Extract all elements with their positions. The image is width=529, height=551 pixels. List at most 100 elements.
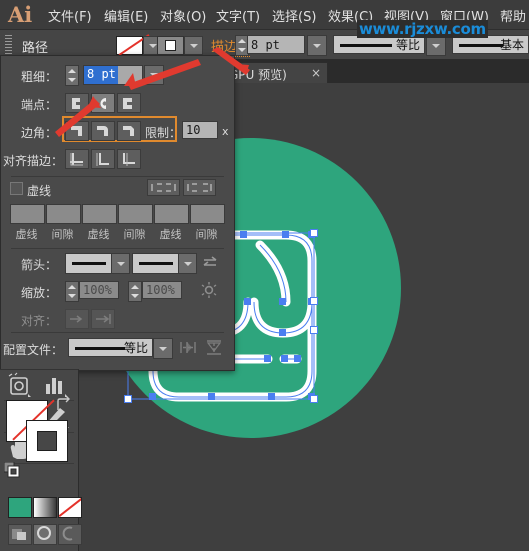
gap-field-1[interactable] xyxy=(46,204,81,224)
align-outside-icon xyxy=(123,153,135,166)
align-outside-button[interactable] xyxy=(117,149,141,169)
none-swatch-button[interactable] xyxy=(58,497,82,518)
chevron-down-icon xyxy=(432,43,440,48)
document-tab[interactable]: GPU 预览) × xyxy=(222,62,328,84)
swap-fill-stroke-icon[interactable] xyxy=(55,397,73,413)
color-swatch-button[interactable] xyxy=(8,497,32,518)
projecting-cap-icon xyxy=(123,98,132,109)
stepper-down-icon[interactable] xyxy=(68,78,76,82)
bevel-join-button[interactable] xyxy=(117,121,141,141)
dashed-line-checkbox[interactable] xyxy=(10,182,23,195)
anchor xyxy=(268,393,275,400)
gap-field-2[interactable] xyxy=(118,204,153,224)
dash-adjust-button[interactable] xyxy=(183,179,216,196)
perspective-grid-tool[interactable] xyxy=(0,372,38,399)
menu-type[interactable]: 文字(T) xyxy=(216,6,260,25)
menu-help[interactable]: 帮助 xyxy=(500,6,526,25)
miter-join-button[interactable] xyxy=(65,121,89,141)
round-cap-icon xyxy=(100,98,106,109)
graph-tool[interactable] xyxy=(38,372,76,399)
round-join-icon xyxy=(97,126,108,136)
scale-end-input[interactable]: 100% xyxy=(142,281,182,299)
stroke-weight-dropdown-button[interactable] xyxy=(307,35,327,56)
extend-beyond-button[interactable] xyxy=(65,309,89,329)
fill-swatch-none-icon[interactable] xyxy=(116,36,143,55)
default-fill-stroke-icon[interactable] xyxy=(3,461,20,478)
swap-arrowheads-icon[interactable] xyxy=(202,255,219,270)
stepper-up-icon[interactable] xyxy=(68,285,76,289)
weight-input[interactable]: 8 pt xyxy=(83,65,143,85)
anchor xyxy=(279,329,286,336)
stroke-panel: 粗细： 8 pt 端点： 边角： 限制： 10 x 对齐描边： 虚线 虚线 间隙… xyxy=(0,55,235,371)
bevel-join-icon xyxy=(123,126,134,136)
close-icon[interactable]: × xyxy=(311,66,321,80)
draw-behind-button[interactable] xyxy=(33,524,57,545)
stepper-up-icon[interactable] xyxy=(238,39,246,43)
scale-end-stepper[interactable] xyxy=(128,281,142,302)
weight-dropdown-button[interactable] xyxy=(144,65,164,85)
stroke-swatch-icon[interactable] xyxy=(157,36,184,55)
arrowhead-end-dropdown[interactable] xyxy=(178,253,197,274)
gap-label-2: 间隙 xyxy=(123,228,146,241)
scale-start-stepper[interactable] xyxy=(65,281,79,302)
anchor xyxy=(281,355,288,362)
dash-field-1[interactable] xyxy=(10,204,45,224)
dash-label-2: 虚线 xyxy=(87,228,110,241)
lens-right-path xyxy=(249,297,317,338)
place-at-end-button[interactable] xyxy=(91,309,115,329)
chevron-down-icon xyxy=(189,43,198,48)
miter-limit-input[interactable]: 10 xyxy=(182,121,218,139)
stepper-down-icon[interactable] xyxy=(131,294,139,298)
control-bar-grip[interactable] xyxy=(5,35,12,54)
menu-edit[interactable]: 编辑(E) xyxy=(104,6,148,25)
corner-label: 边角： xyxy=(20,126,57,140)
weight-stepper[interactable] xyxy=(65,65,79,86)
arrowhead-start-dropdown[interactable] xyxy=(111,253,130,274)
menu-object[interactable]: 对象(O) xyxy=(160,6,206,25)
dash-field-3[interactable] xyxy=(154,204,189,224)
menu-file[interactable]: 文件(F) xyxy=(48,6,92,25)
dash-field-2[interactable] xyxy=(82,204,117,224)
gradient-swatch-button[interactable] xyxy=(33,497,57,518)
arrowhead-end-preview-icon xyxy=(139,262,173,265)
align-inside-button[interactable] xyxy=(91,149,115,169)
profile-label: 配置文件： xyxy=(3,343,64,357)
profile-select[interactable]: 等比 xyxy=(68,338,153,357)
projecting-cap-button[interactable] xyxy=(117,93,141,113)
align-center-button[interactable] xyxy=(65,149,89,169)
butt-cap-button[interactable] xyxy=(65,93,89,113)
round-join-button[interactable] xyxy=(91,121,115,141)
anchor xyxy=(208,393,215,400)
stroke-color-swatch[interactable] xyxy=(26,420,68,462)
stepper-up-icon[interactable] xyxy=(131,285,139,289)
stroke-dropdown-button[interactable] xyxy=(184,36,203,55)
miter-limit-label: 限制： xyxy=(145,126,182,140)
stepper-up-icon[interactable] xyxy=(68,69,76,73)
stroke-weight-input[interactable]: 8 pt xyxy=(247,35,305,54)
stepper-down-icon[interactable] xyxy=(68,294,76,298)
dash-preserve-button[interactable] xyxy=(147,179,180,196)
profile-dropdown-button[interactable] xyxy=(153,338,173,359)
gap-field-3[interactable] xyxy=(190,204,225,224)
miter-join-icon xyxy=(71,126,82,136)
draw-inside-button[interactable] xyxy=(58,524,82,545)
stepper-down-icon[interactable] xyxy=(238,48,246,52)
menu-select[interactable]: 选择(S) xyxy=(272,6,316,25)
flip-across-icon[interactable] xyxy=(179,339,197,356)
draw-normal-button[interactable] xyxy=(8,524,32,545)
arrowhead-end-select[interactable] xyxy=(132,253,180,274)
align-stroke-label: 对齐描边： xyxy=(3,154,64,168)
arrowhead-start-select[interactable] xyxy=(65,253,113,274)
scale-start-input[interactable]: 100% xyxy=(79,281,119,299)
handle-right-path xyxy=(255,240,291,307)
brush-preview-icon xyxy=(459,44,503,47)
brush-definition-value: 基本 xyxy=(499,38,524,52)
link-scale-icon[interactable] xyxy=(199,281,219,299)
document-tab-title: GPU 预览) xyxy=(229,68,287,82)
gap-label-3: 间隙 xyxy=(195,228,218,241)
width-profile-dropdown-button[interactable] xyxy=(426,35,446,56)
flip-along-icon[interactable] xyxy=(205,339,223,356)
perspective-grid-icon xyxy=(8,372,31,397)
round-cap-button[interactable] xyxy=(91,93,115,113)
scale-label: 缩放： xyxy=(20,286,57,300)
